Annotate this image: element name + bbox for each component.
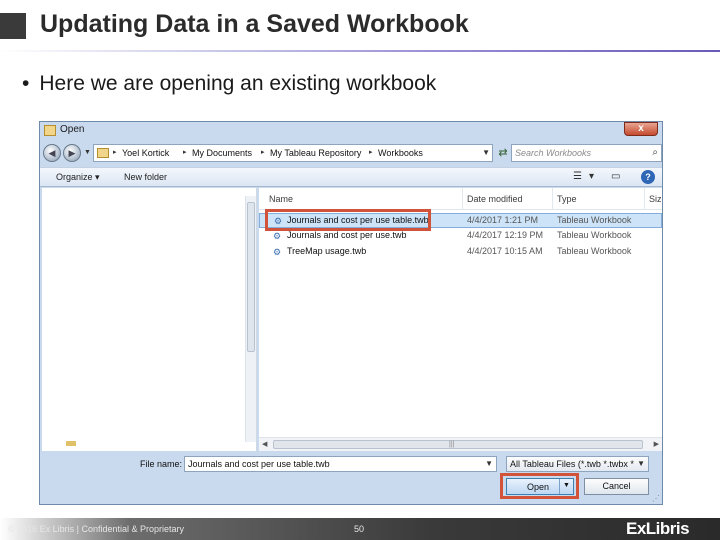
- back-arrow-icon[interactable]: ◀: [43, 144, 61, 162]
- nav-scrollbar[interactable]: [245, 196, 256, 442]
- folder-icon: [66, 441, 76, 446]
- filetype-value: All Tableau Files (*.twb *.twbx *: [510, 459, 634, 469]
- file-date: 4/4/2017 10:15 AM: [467, 246, 543, 256]
- refresh-icon[interactable]: ⇄: [495, 145, 511, 161]
- slide-title: Updating Data in a Saved Workbook: [40, 10, 469, 38]
- scroll-left-icon[interactable]: ◀: [262, 440, 267, 448]
- file-type: Tableau Workbook: [557, 230, 632, 240]
- file-date: 4/4/2017 1:21 PM: [467, 215, 539, 225]
- file-name: Journals and cost per use.twb: [287, 230, 407, 240]
- filename-value: Journals and cost per use table.twb: [188, 459, 330, 469]
- bullet-point: • Here we are opening an existing workboo…: [22, 72, 436, 96]
- breadcrumb-workbooks[interactable]: Workbooks: [378, 148, 423, 158]
- exlibris-logo: ExLibris: [626, 519, 690, 538]
- view-options-icon[interactable]: ☰: [573, 171, 582, 182]
- breadcrumb-documents[interactable]: My Documents: [192, 148, 252, 158]
- navigation-row: ◀ ▶ ▼ ▸ Yoel Kortick ▸ My Documents ▸ My…: [40, 142, 662, 164]
- nav-scroll-thumb[interactable]: [247, 202, 255, 352]
- folder-icon: [44, 125, 56, 136]
- open-dialog: Open x ◀ ▶ ▼ ▸ Yoel Kortick ▸ My Documen…: [39, 121, 663, 505]
- title-marker: [0, 13, 26, 39]
- dialog-toolbar: Organize ▾ New folder ☰ ▾ ▭ ?: [40, 167, 662, 187]
- filename-field[interactable]: Journals and cost per use table.twb ▼: [184, 456, 497, 472]
- folder-icon: [97, 148, 109, 158]
- navigation-pane[interactable]: [42, 188, 257, 451]
- search-placeholder: Search Workbooks: [515, 148, 592, 158]
- file-date: 4/4/2017 12:19 PM: [467, 230, 544, 240]
- filetype-select[interactable]: All Tableau Files (*.twb *.twbx * ▼: [506, 456, 649, 472]
- recent-pages-dropdown-icon[interactable]: ▼: [84, 149, 91, 156]
- breadcrumb-user[interactable]: Yoel Kortick: [122, 148, 169, 158]
- address-bar[interactable]: ▸ Yoel Kortick ▸ My Documents ▸ My Table…: [93, 144, 493, 162]
- crumb-separator-icon: ▸: [183, 149, 187, 156]
- column-header-date[interactable]: Date modified: [463, 188, 553, 210]
- help-icon[interactable]: ?: [641, 170, 655, 184]
- view-dropdown-icon[interactable]: ▾: [589, 171, 594, 182]
- page-number: 50: [354, 524, 365, 534]
- preview-pane-icon[interactable]: ▭: [611, 171, 620, 182]
- address-dropdown-icon[interactable]: ▼: [482, 148, 490, 157]
- dialog-title: Open: [60, 124, 85, 135]
- crumb-separator-icon: ▸: [261, 149, 265, 156]
- file-type: Tableau Workbook: [557, 215, 632, 225]
- grip-icon: |||: [449, 441, 455, 448]
- column-header-size[interactable]: Size: [645, 188, 662, 210]
- open-highlight-annotation: [500, 473, 579, 499]
- filetype-dropdown-icon[interactable]: ▼: [637, 459, 645, 468]
- file-row[interactable]: ⚙ Journals and cost per use.twb 4/4/2017…: [259, 229, 662, 244]
- file-type: Tableau Workbook: [557, 246, 632, 256]
- workbook-file-icon: ⚙: [273, 231, 282, 241]
- dialog-titlebar: Open x: [40, 122, 662, 140]
- forward-arrow-icon[interactable]: ▶: [63, 144, 81, 162]
- crumb-separator-icon: ▸: [113, 149, 117, 156]
- filename-dropdown-icon[interactable]: ▼: [485, 459, 493, 468]
- slide-footer: © 2016 Ex Libris | Confidential & Propri…: [0, 518, 720, 540]
- column-header-name[interactable]: Name: [265, 188, 463, 210]
- search-icon[interactable]: ⌕: [652, 147, 658, 158]
- resize-grip-icon[interactable]: ⋰: [652, 494, 660, 503]
- file-highlight-annotation: [265, 209, 431, 231]
- bullet-icon: •: [22, 72, 30, 95]
- breadcrumb-repository[interactable]: My Tableau Repository: [270, 148, 361, 158]
- copyright-text: © 2016 Ex Libris | Confidential & Propri…: [8, 524, 185, 534]
- new-folder-button[interactable]: New folder: [124, 172, 167, 182]
- cancel-button[interactable]: Cancel: [584, 478, 649, 495]
- file-name: TreeMap usage.twb: [287, 246, 367, 256]
- horizontal-scroll-thumb[interactable]: |||: [273, 440, 643, 449]
- horizontal-scrollbar[interactable]: ◀ ||| ▶: [259, 437, 662, 451]
- title-divider: [0, 50, 720, 52]
- scroll-right-icon[interactable]: ▶: [654, 440, 659, 448]
- column-header-type[interactable]: Type: [553, 188, 645, 210]
- filename-label: File name:: [140, 459, 183, 469]
- bullet-text: Here we are opening an existing workbook: [39, 72, 437, 95]
- close-button[interactable]: x: [624, 122, 658, 136]
- search-input[interactable]: Search Workbooks ⌕: [511, 144, 662, 162]
- file-row[interactable]: ⚙ TreeMap usage.twb 4/4/2017 10:15 AM Ta…: [259, 245, 662, 260]
- organize-button[interactable]: Organize ▾: [56, 172, 100, 183]
- workbook-file-icon: ⚙: [273, 247, 282, 257]
- crumb-separator-icon: ▸: [369, 149, 373, 156]
